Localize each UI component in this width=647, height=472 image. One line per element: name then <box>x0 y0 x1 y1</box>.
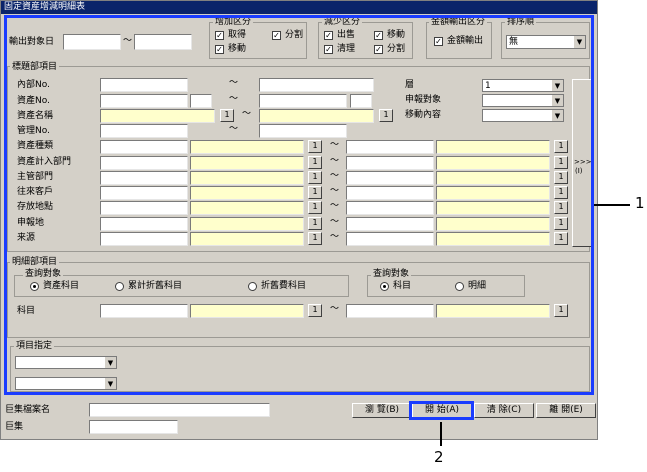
callout-1-frame <box>4 15 594 395</box>
window-title: 固定資産增減明細表 <box>1 1 597 14</box>
callout-2-line <box>440 422 442 446</box>
browse-button[interactable]: 瀏 覽(B) <box>352 403 412 418</box>
callout-1-line <box>594 204 630 206</box>
macro-file-label: 巨集檔案名 <box>5 405 51 415</box>
macro-input[interactable] <box>89 420 178 434</box>
callout-2-frame <box>409 401 474 420</box>
callout-1-number: 1 <box>635 194 645 212</box>
close-button[interactable]: 離 開(E) <box>536 403 596 418</box>
clear-button[interactable]: 清 除(C) <box>474 403 534 418</box>
callout-2-number: 2 <box>434 448 444 466</box>
macro-file-input[interactable] <box>89 403 270 417</box>
macro-label: 巨集 <box>5 422 24 432</box>
